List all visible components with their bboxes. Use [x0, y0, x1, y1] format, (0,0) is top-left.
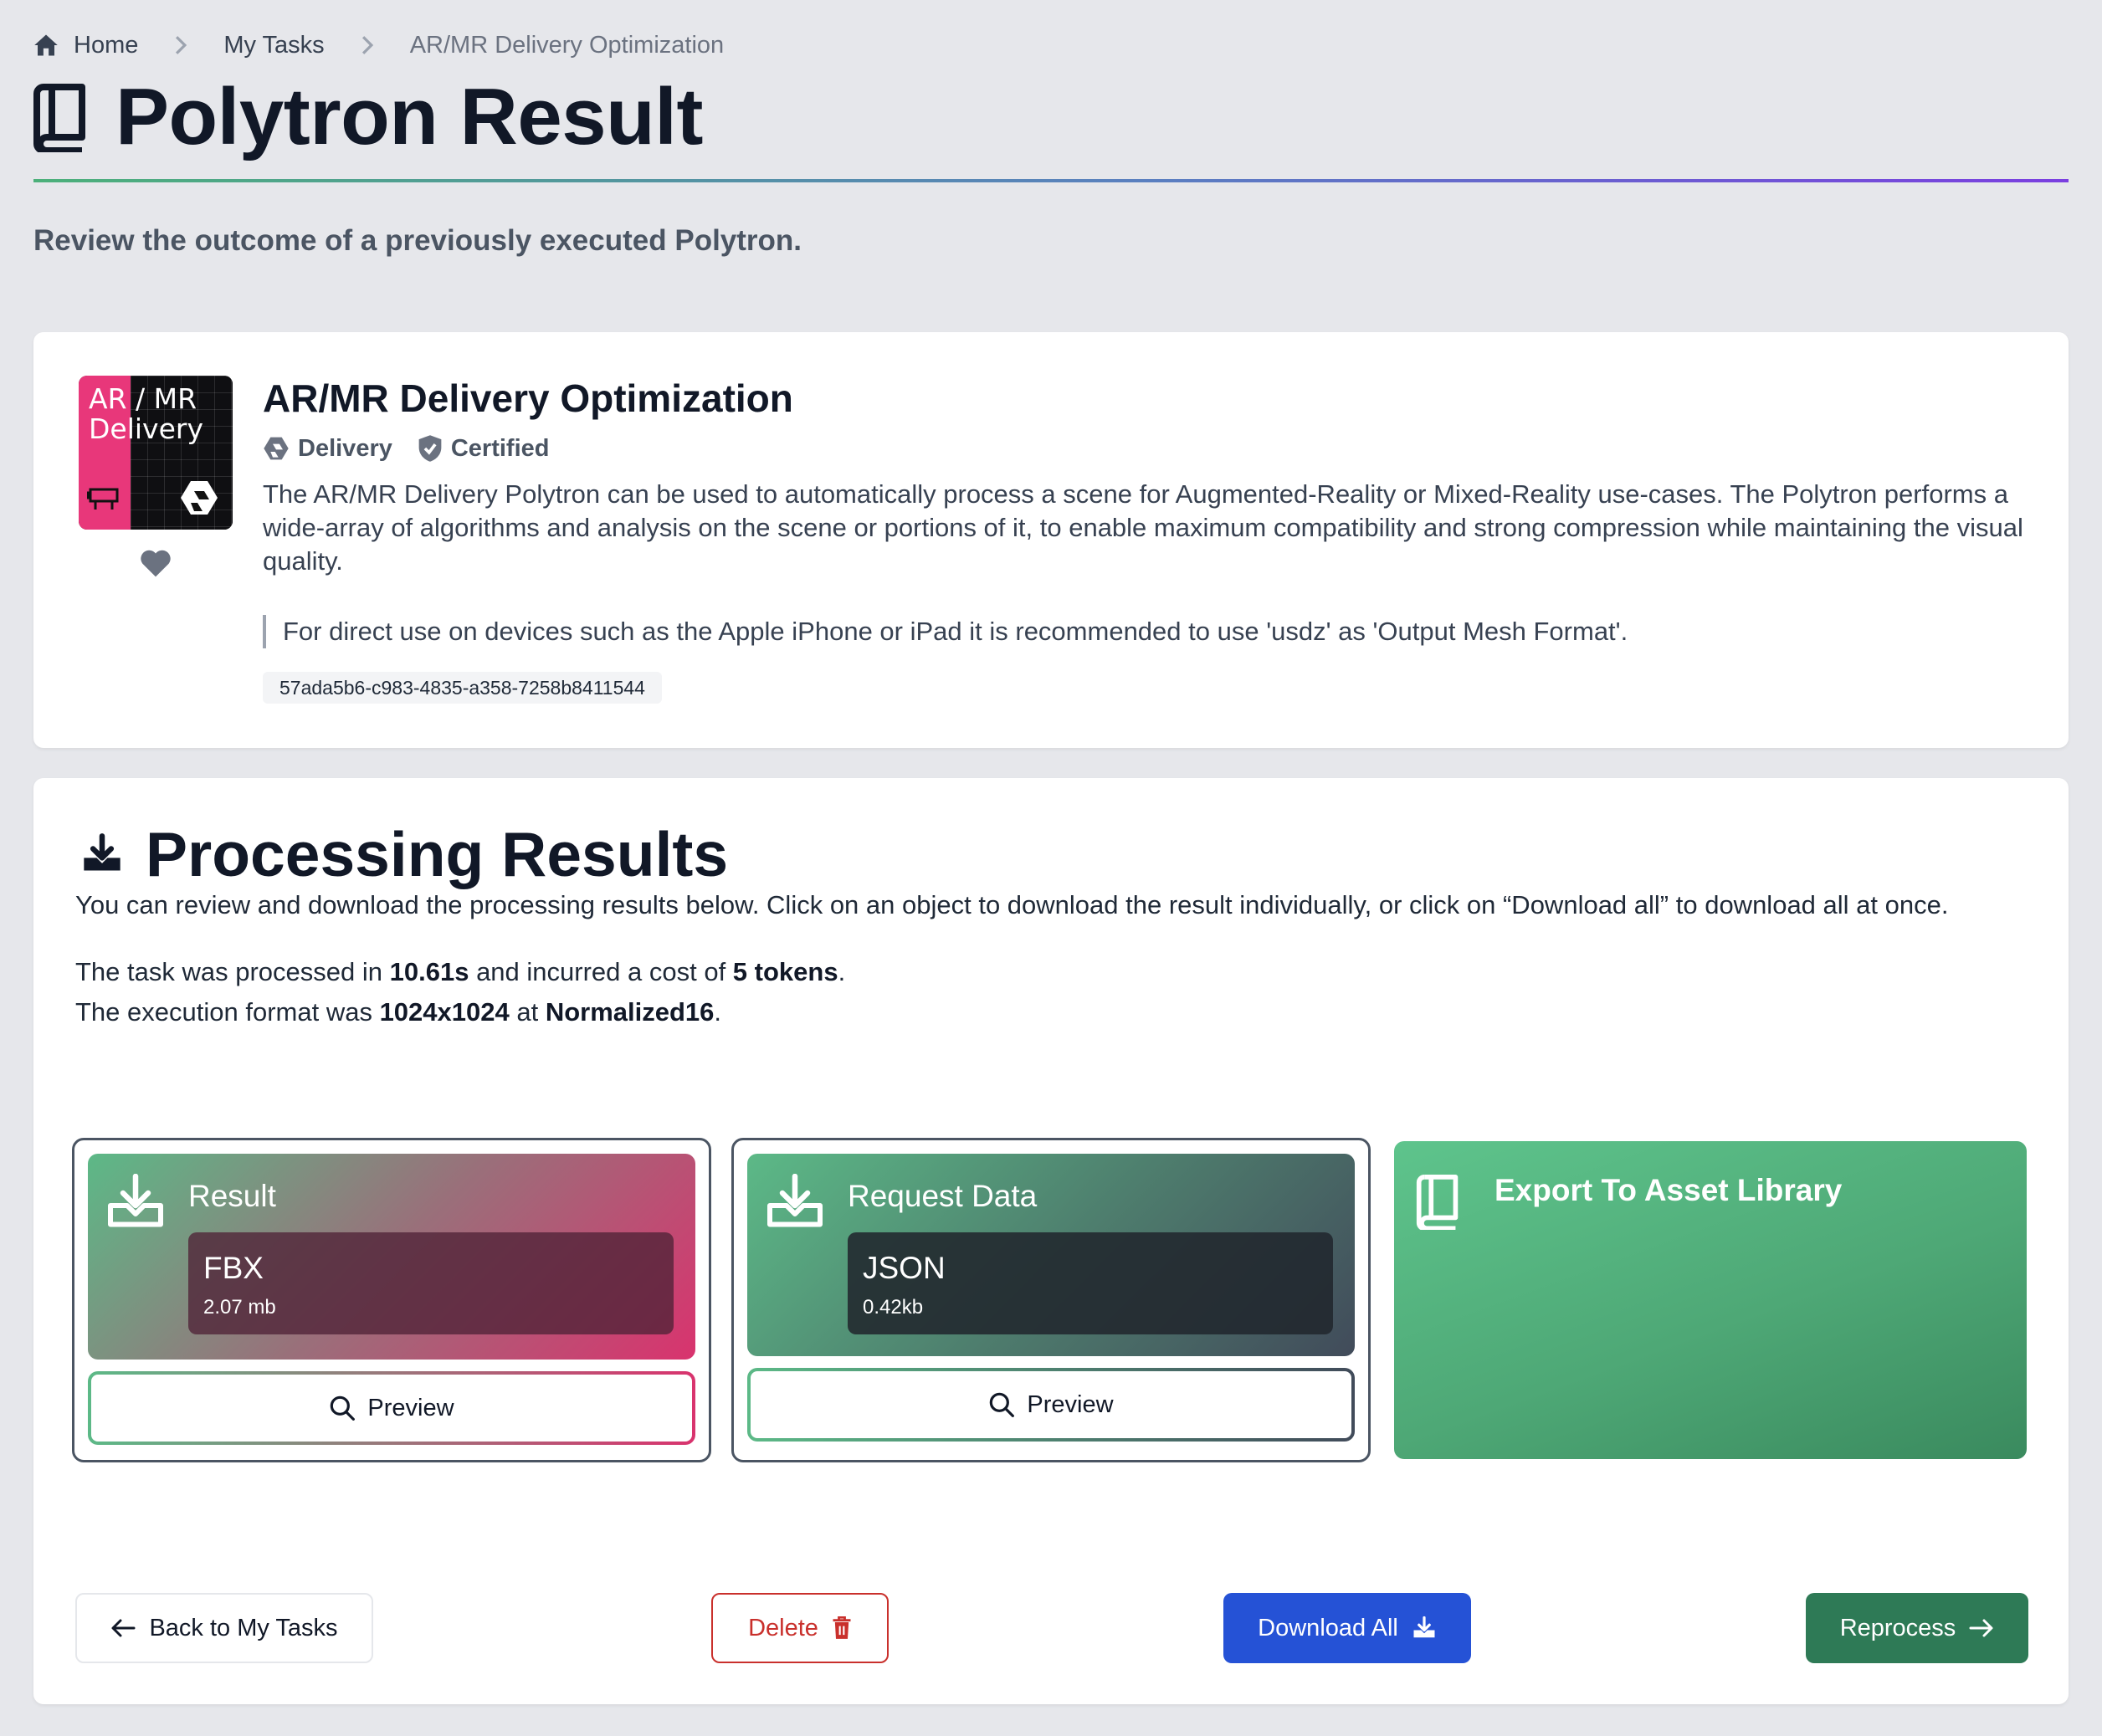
home-icon: [34, 34, 58, 56]
thumbnail-line1: AR / MR: [89, 382, 197, 415]
processing-results-title: Processing Results: [146, 819, 729, 889]
reprocess-label: Reprocess: [1839, 1614, 1956, 1641]
polytron-description: The AR/MR Delivery Polytron can be used …: [263, 479, 2023, 576]
request-data-size: 0.42kb: [863, 1296, 924, 1319]
request-data-format: JSON: [863, 1251, 946, 1285]
trash-icon: [833, 1616, 851, 1639]
download-all-button[interactable]: Download All: [1223, 1593, 1471, 1663]
tag-certified-label: Certified: [450, 434, 550, 462]
back-to-my-tasks-button[interactable]: Back to My Tasks: [75, 1593, 373, 1663]
page-title: Polytron Result: [115, 72, 703, 161]
tag-delivery-label: Delivery: [298, 434, 392, 462]
processing-time: 10.61s: [389, 957, 469, 986]
vr-headset-icon: [87, 488, 119, 510]
results-intro: You can review and download the processi…: [75, 890, 1949, 919]
execution-precision: Normalized16: [545, 997, 715, 1027]
page-subtitle: Review the outcome of a previously execu…: [33, 224, 802, 257]
page-header: Polytron Result: [33, 72, 703, 161]
execution-resolution: 1024x1024: [379, 997, 510, 1027]
arrow-left-icon: [111, 1619, 136, 1637]
shield-check-icon: [418, 435, 442, 462]
result-label: Result: [188, 1179, 276, 1213]
processing-results-card: Processing Results You can review and do…: [33, 778, 2069, 1704]
arrow-right-icon: [1969, 1619, 1993, 1637]
book-icon: [1416, 1175, 1459, 1230]
delivery-logo-icon: [181, 481, 218, 515]
request-data-download-tile[interactable]: Request Data JSON 0.42kb: [747, 1154, 1355, 1356]
download-icon: [108, 1174, 163, 1227]
processing-results-header: Processing Results: [80, 818, 728, 890]
back-label: Back to My Tasks: [149, 1614, 338, 1641]
result-download-tile[interactable]: Result FBX 2.07 mb: [88, 1154, 695, 1360]
delete-button[interactable]: Delete: [711, 1593, 889, 1663]
request-data-format-badge: JSON 0.42kb: [848, 1232, 1333, 1334]
export-label: Export To Asset Library: [1494, 1173, 1843, 1207]
reprocess-button[interactable]: Reprocess: [1806, 1593, 2028, 1663]
polytron-id-badge: 57ada5b6-c983-4835-a358-7258b8411544: [263, 672, 662, 704]
request-data-item: Request Data JSON 0.42kb Preview: [731, 1138, 1371, 1462]
export-to-asset-library-button[interactable]: Export To Asset Library: [1394, 1141, 2027, 1459]
result-item: Result FBX 2.07 mb Preview: [72, 1138, 711, 1462]
request-data-label: Request Data: [848, 1179, 1038, 1213]
delivery-tag-icon: [264, 437, 289, 460]
processing-results-text: You can review and download the processi…: [75, 885, 2042, 1032]
polytron-name: AR/MR Delivery Optimization: [263, 376, 793, 420]
search-icon: [990, 1392, 1015, 1417]
tag-certified: Certified: [418, 434, 550, 463]
tag-delivery: Delivery: [263, 434, 392, 463]
chevron-right-icon: [356, 34, 378, 56]
result-preview-label: Preview: [367, 1394, 454, 1421]
polytron-thumbnail: AR / MR Delivery: [79, 376, 233, 530]
thumbnail-line2: Delivery: [89, 412, 203, 445]
breadcrumb-home[interactable]: Home: [33, 32, 138, 59]
results-timing: The task was processed in 10.61s and inc…: [75, 957, 846, 986]
delete-label: Delete: [748, 1614, 818, 1641]
result-format-badge: FBX 2.07 mb: [188, 1232, 674, 1334]
favorite-heart-icon[interactable]: [139, 548, 172, 578]
result-format: FBX: [203, 1251, 264, 1285]
download-tray-icon: [84, 833, 120, 871]
download-icon: [767, 1174, 823, 1227]
chevron-right-icon: [170, 34, 192, 56]
processing-cost: 5 tokens: [732, 957, 838, 986]
breadcrumb-my-tasks[interactable]: My Tasks: [223, 32, 324, 59]
title-divider: [33, 179, 2069, 182]
book-icon: [33, 84, 85, 152]
result-preview-button[interactable]: Preview: [88, 1371, 695, 1445]
search-icon: [331, 1395, 356, 1421]
download-icon: [1413, 1616, 1435, 1638]
breadcrumb-home-label[interactable]: Home: [74, 32, 138, 59]
download-all-label: Download All: [1258, 1614, 1398, 1641]
breadcrumb: Home My Tasks AR/MR Delivery Optimizatio…: [33, 25, 724, 65]
results-format: The execution format was 1024x1024 at No…: [75, 997, 722, 1027]
polytron-note: For direct use on devices such as the Ap…: [263, 615, 1628, 648]
polytron-info-card: AR / MR Delivery AR/MR Delivery Optimiza…: [33, 332, 2069, 748]
result-size: 2.07 mb: [203, 1296, 276, 1319]
polytron-tags: Delivery Certified: [263, 434, 550, 463]
request-data-preview-label: Preview: [1027, 1390, 1114, 1418]
breadcrumb-current: AR/MR Delivery Optimization: [409, 31, 725, 59]
request-data-preview-button[interactable]: Preview: [747, 1368, 1355, 1442]
